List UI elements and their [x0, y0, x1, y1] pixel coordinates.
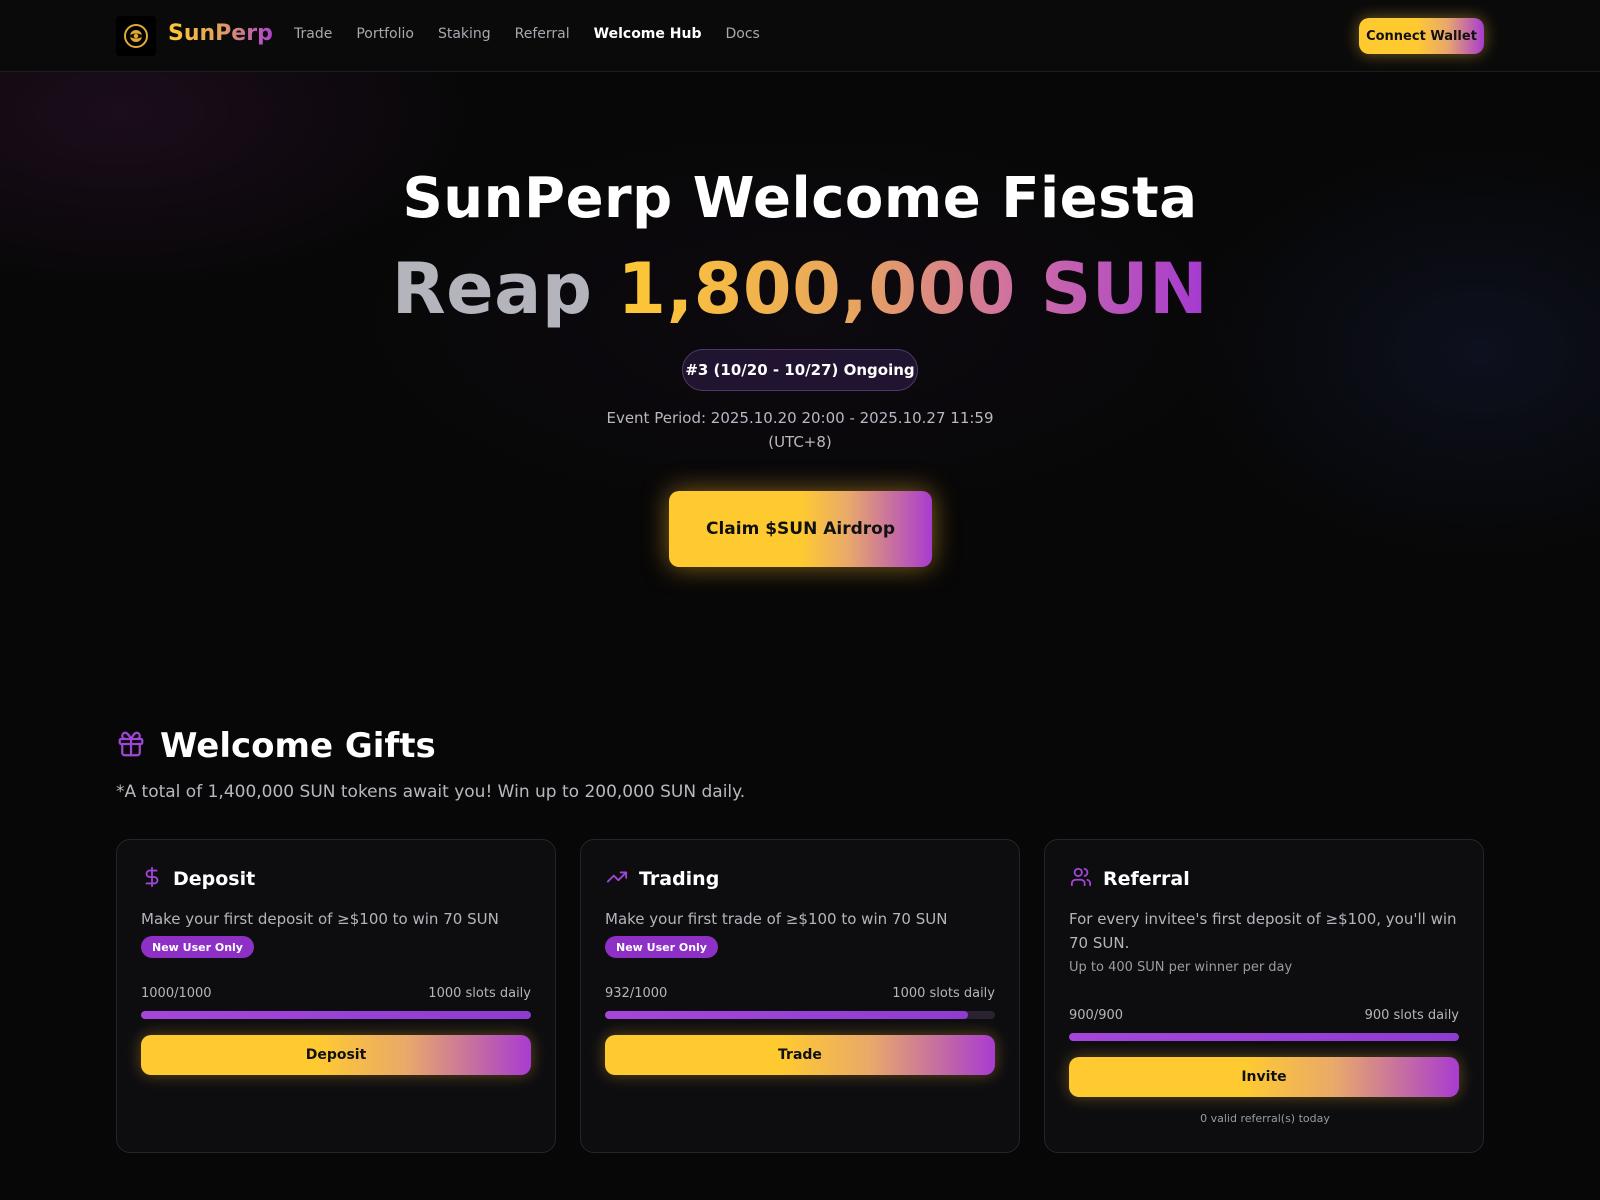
section-subtitle: *A total of 1,400,000 SUN tokens await y… — [116, 782, 746, 802]
progress-row: 900/900 900 slots daily — [1069, 1008, 1459, 1023]
slots-daily: 900 slots daily — [1364, 1008, 1459, 1023]
hero-reward-amount: Reap 1,800,000 SUN — [0, 248, 1600, 330]
claim-airdrop-button[interactable]: Claim $SUN Airdrop — [669, 491, 932, 567]
reward-amount: 1,800,000 SUN — [617, 248, 1209, 330]
referral-card: Referral For every invitee's first depos… — [1044, 839, 1484, 1153]
progress-bar — [1069, 1033, 1459, 1041]
card-header: Referral — [1069, 866, 1190, 892]
progress-fill — [605, 1011, 969, 1019]
progress-count: 1000/1000 — [141, 986, 212, 1001]
nav-welcome-hub[interactable]: Welcome Hub — [594, 26, 702, 42]
sunperp-logo-icon[interactable] — [116, 16, 156, 56]
hero-title: SunPerp Welcome Fiesta — [402, 166, 1198, 231]
daily-cap-note: Up to 400 SUN per winner per day — [1069, 960, 1293, 975]
nav-staking[interactable]: Staking — [438, 26, 491, 42]
event-period-timezone: (UTC+8) — [768, 433, 832, 451]
new-user-badge: New User Only — [141, 936, 254, 958]
deposit-card: Deposit Make your first deposit of ≥$100… — [116, 839, 556, 1153]
gift-icon — [116, 729, 146, 763]
dollar-icon — [141, 866, 163, 892]
card-description: Make your first deposit of ≥$100 to win … — [141, 910, 499, 928]
card-description: Make your first trade of ≥$100 to win 70… — [605, 910, 948, 928]
nav-trade[interactable]: Trade — [294, 26, 332, 42]
main-nav: Trade Portfolio Staking Referral Welcome… — [294, 26, 784, 42]
card-title: Referral — [1103, 868, 1190, 890]
event-period: Event Period: 2025.10.20 20:00 - 2025.10… — [0, 406, 1600, 454]
connect-wallet-button[interactable]: Connect Wallet — [1359, 18, 1484, 54]
card-description: For every invitee's first deposit of ≥$1… — [1069, 910, 1457, 952]
trending-up-icon — [605, 866, 629, 892]
nav-portfolio[interactable]: Portfolio — [356, 26, 414, 42]
card-title: Trading — [639, 868, 720, 890]
brand-name[interactable]: SunPerp — [168, 21, 273, 46]
invite-button[interactable]: Invite — [1069, 1057, 1459, 1097]
card-header: Trading — [605, 866, 719, 892]
referral-count-footer: 0 valid referral(s) today — [1200, 1112, 1330, 1125]
progress-bar — [605, 1011, 995, 1019]
round-status-badge: #3 (10/20 - 10/27) Ongoing — [682, 349, 918, 391]
progress-count: 932/1000 — [605, 986, 668, 1001]
nav-referral[interactable]: Referral — [515, 26, 570, 42]
slots-daily: 1000 slots daily — [428, 986, 531, 1001]
progress-bar — [141, 1011, 531, 1019]
trading-card: Trading Make your first trade of ≥$100 t… — [580, 839, 1020, 1153]
progress-fill — [141, 1011, 531, 1019]
new-user-badge: New User Only — [605, 936, 718, 958]
progress-row: 932/1000 1000 slots daily — [605, 986, 995, 1001]
nav-docs[interactable]: Docs — [725, 26, 759, 42]
slots-daily: 1000 slots daily — [892, 986, 995, 1001]
progress-count: 900/900 — [1069, 1008, 1124, 1023]
card-header: Deposit — [141, 866, 255, 892]
welcome-gifts-header: Welcome Gifts — [116, 726, 436, 766]
deposit-button[interactable]: Deposit — [141, 1035, 531, 1075]
event-period-dates: Event Period: 2025.10.20 20:00 - 2025.10… — [606, 409, 994, 427]
progress-row: 1000/1000 1000 slots daily — [141, 986, 531, 1001]
card-title: Deposit — [173, 868, 256, 890]
progress-fill — [1069, 1033, 1459, 1041]
section-title: Welcome Gifts — [160, 726, 436, 766]
trade-button[interactable]: Trade — [605, 1035, 995, 1075]
reap-word: Reap — [391, 248, 593, 330]
users-icon — [1069, 866, 1093, 892]
top-nav-bar: SunPerp Trade Portfolio Staking Referral… — [0, 0, 1600, 72]
